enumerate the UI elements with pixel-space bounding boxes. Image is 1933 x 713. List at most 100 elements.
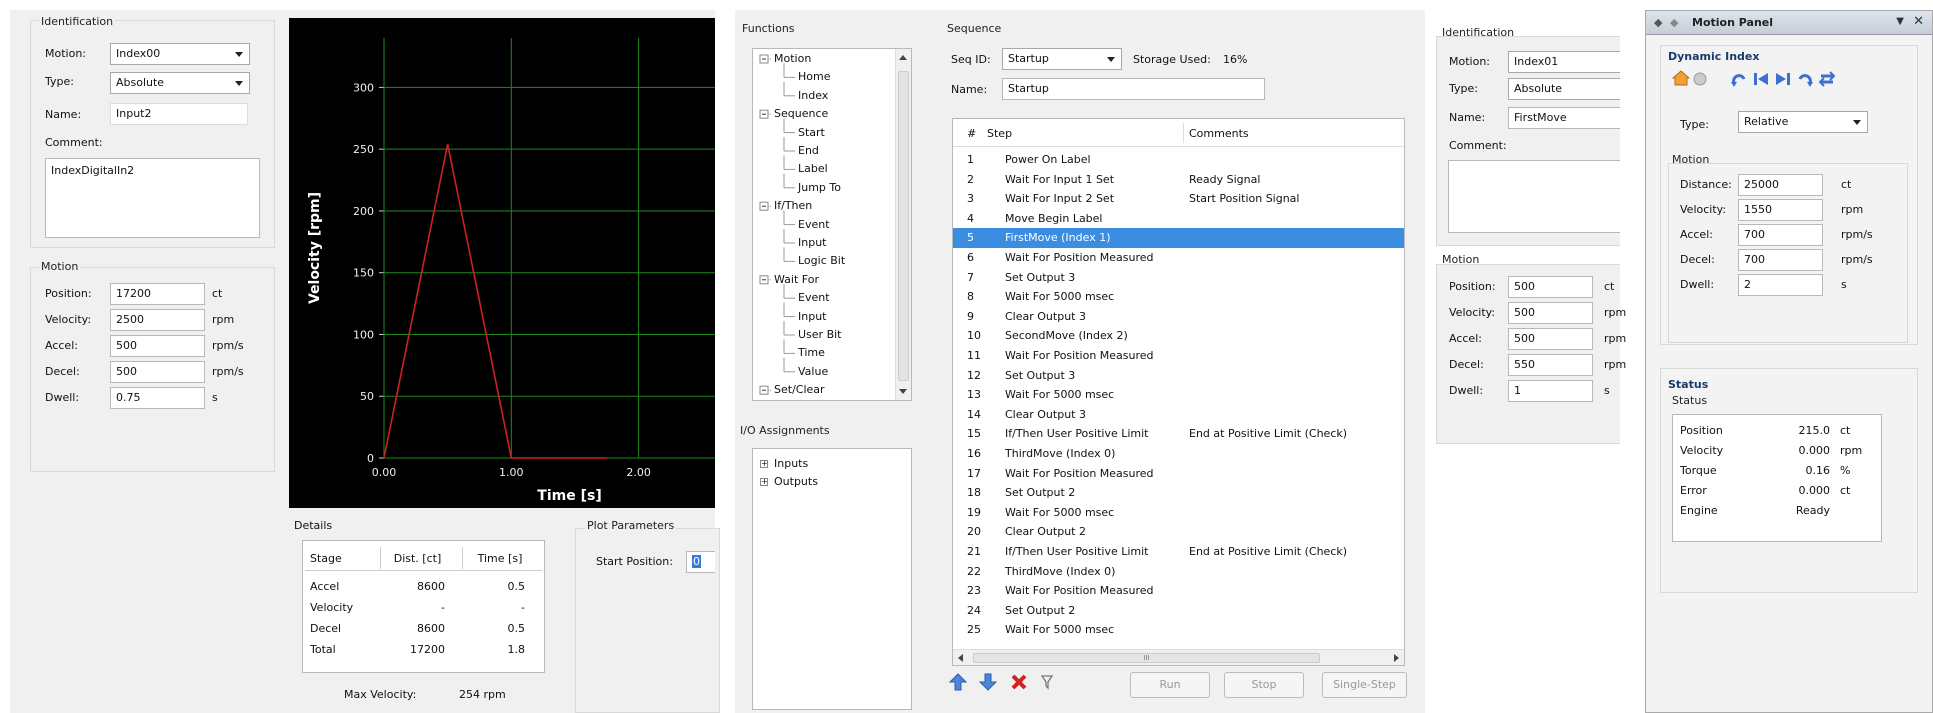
motion-panel-titlebar[interactable]: ◆ ◆ Motion Panel ▼ ✕: [1646, 11, 1932, 35]
io-tree-node[interactable]: Outputs: [774, 475, 818, 488]
tree-leaf[interactable]: Value: [798, 365, 828, 378]
move-down-icon[interactable]: [978, 672, 998, 692]
tree-leaf[interactable]: Time: [798, 346, 825, 359]
set-home-icon[interactable]: [1692, 71, 1708, 87]
tree-node[interactable]: Wait For: [774, 273, 819, 286]
tree-leaf[interactable]: End: [798, 144, 819, 157]
sequence-row[interactable]: 25 Wait For 5000 msec: [953, 620, 1404, 640]
motion-field-input[interactable]: 17200: [110, 283, 205, 305]
sequence-row[interactable]: 23 Wait For Position Measured: [953, 581, 1404, 601]
home-icon[interactable]: [1672, 69, 1690, 87]
dyn-motion-field-input[interactable]: 1550: [1738, 199, 1823, 221]
sequence-row[interactable]: 24 Set Output 2: [953, 601, 1404, 621]
motion-field-2-input[interactable]: 550: [1508, 354, 1593, 376]
tree-node[interactable]: Set/Clear: [774, 383, 825, 396]
dyn-motion-field-input[interactable]: 700: [1738, 224, 1823, 246]
seq-id-select[interactable]: Startup: [1002, 48, 1122, 70]
sequence-row[interactable]: 20 Clear Output 2: [953, 522, 1404, 542]
scroll-right-icon[interactable]: [1394, 654, 1399, 662]
motion-field-input[interactable]: 0.75: [110, 387, 205, 409]
tree-leaf[interactable]: Event: [798, 291, 830, 304]
motion-field-2-input[interactable]: 500: [1508, 276, 1593, 298]
tree-node[interactable]: Motion: [774, 52, 811, 65]
sequence-row[interactable]: 14 Clear Output 3: [953, 405, 1404, 425]
sequence-row[interactable]: 6 Wait For Position Measured: [953, 248, 1404, 268]
filter-icon[interactable]: [1040, 674, 1054, 690]
dyn-motion-field-input[interactable]: 25000: [1738, 174, 1823, 196]
expand-icon[interactable]: +: [760, 478, 768, 486]
comment-textarea[interactable]: IndexDigitalIn2: [45, 158, 260, 238]
sequence-row[interactable]: 11 Wait For Position Measured: [953, 346, 1404, 366]
pin-icon[interactable]: ◆: [1654, 16, 1662, 29]
motion-field-2-input[interactable]: 500: [1508, 328, 1593, 350]
tree-leaf[interactable]: Event: [798, 218, 830, 231]
tree-leaf[interactable]: Jump To: [798, 181, 841, 194]
tree-leaf[interactable]: User Bit: [798, 328, 841, 341]
jog-reverse-icon[interactable]: [1730, 70, 1748, 88]
sequence-row[interactable]: 15 If/Then User Positive Limit End at Posi…: [953, 424, 1404, 444]
sequence-row[interactable]: 19 Wait For 5000 msec: [953, 503, 1404, 523]
scrollbar-thumb[interactable]: III: [973, 653, 1320, 663]
sequence-row[interactable]: 8 Wait For 5000 msec: [953, 287, 1404, 307]
motion-select[interactable]: Index00: [110, 43, 250, 65]
sequence-row[interactable]: 21 If/Then User Positive Limit End at Posi…: [953, 542, 1404, 562]
sequence-row[interactable]: 9 Clear Output 3: [953, 307, 1404, 327]
sequence-hscrollbar[interactable]: III: [953, 649, 1404, 665]
motion-field-input[interactable]: 2500: [110, 309, 205, 331]
tree-leaf[interactable]: Index: [798, 89, 828, 102]
tree-leaf[interactable]: Input: [798, 310, 826, 323]
io-tree[interactable]: + Inputs + Outputs: [752, 448, 912, 710]
type-select-2[interactable]: Absolute: [1508, 78, 1620, 100]
functions-tree[interactable]: Motion Home Index Sequence Start End Label Jump…: [752, 48, 912, 401]
sequence-row[interactable]: 16 ThirdMove (Index 0): [953, 444, 1404, 464]
dyn-motion-field-input[interactable]: 700: [1738, 249, 1823, 271]
dyn-motion-field-input[interactable]: 2: [1738, 274, 1823, 296]
expand-icon[interactable]: +: [760, 460, 768, 468]
jog-forward-icon[interactable]: [1796, 70, 1814, 88]
sequence-row[interactable]: 12 Set Output 3: [953, 366, 1404, 386]
comment-textarea-2[interactable]: [1448, 160, 1620, 233]
run-button[interactable]: Run: [1130, 672, 1210, 698]
tree-leaf[interactable]: Home: [798, 70, 830, 83]
tree-leaf[interactable]: Label: [798, 162, 828, 175]
dropdown-menu-icon[interactable]: ▼: [1896, 16, 1904, 27]
delete-icon[interactable]: [1010, 673, 1028, 691]
sequence-table[interactable]: # Step Comments 1 Power On Label 2 Wait For…: [952, 118, 1405, 666]
col-number-header[interactable]: #: [967, 127, 976, 140]
tree-leaf[interactable]: Logic Bit: [798, 254, 845, 267]
name-input[interactable]: Input2: [110, 103, 248, 125]
tree-leaf[interactable]: Start: [798, 126, 825, 139]
dyn-type-select[interactable]: Relative: [1738, 111, 1868, 133]
motion-field-2-input[interactable]: 500: [1508, 302, 1593, 324]
type-select[interactable]: Absolute: [110, 72, 250, 94]
tree-node[interactable]: If/Then: [774, 199, 812, 212]
sequence-row[interactable]: 17 Wait For Position Measured: [953, 464, 1404, 484]
name-input-2[interactable]: FirstMove: [1508, 107, 1620, 129]
sequence-row[interactable]: 7 Set Output 3: [953, 268, 1404, 288]
col-step-header[interactable]: Step: [987, 127, 1012, 140]
functions-scrollbar[interactable]: [895, 49, 911, 400]
scroll-down-icon[interactable]: [899, 389, 907, 394]
step-forward-icon[interactable]: [1774, 70, 1792, 88]
single-step-button[interactable]: Single-Step: [1322, 672, 1407, 698]
io-tree-node[interactable]: Inputs: [774, 457, 808, 470]
sequence-row[interactable]: 5 FirstMove (Index 1): [953, 228, 1404, 248]
step-back-icon[interactable]: [1752, 70, 1770, 88]
sequence-row[interactable]: 1 Power On Label: [953, 150, 1404, 170]
motion-select-2[interactable]: Index01: [1508, 51, 1620, 73]
tree-leaf[interactable]: Input: [798, 236, 826, 249]
sequence-row[interactable]: 13 Wait For 5000 msec: [953, 385, 1404, 405]
start-position-input[interactable]: 0: [686, 551, 715, 573]
stop-button[interactable]: Stop: [1224, 672, 1304, 698]
sequence-row[interactable]: 2 Wait For Input 1 Set Ready Signal: [953, 170, 1404, 190]
cycle-icon[interactable]: [1818, 70, 1836, 88]
sequence-row[interactable]: 22 ThirdMove (Index 0): [953, 562, 1404, 582]
scrollbar-thumb[interactable]: [898, 71, 909, 381]
scroll-up-icon[interactable]: [899, 55, 907, 60]
sequence-row[interactable]: 3 Wait For Input 2 Set Start Position Sign…: [953, 189, 1404, 209]
move-up-icon[interactable]: [948, 672, 968, 692]
motion-field-input[interactable]: 500: [110, 335, 205, 357]
float-icon[interactable]: ◆: [1670, 16, 1678, 29]
motion-field-2-input[interactable]: 1: [1508, 380, 1593, 402]
sequence-row[interactable]: 10 SecondMove (Index 2): [953, 326, 1404, 346]
